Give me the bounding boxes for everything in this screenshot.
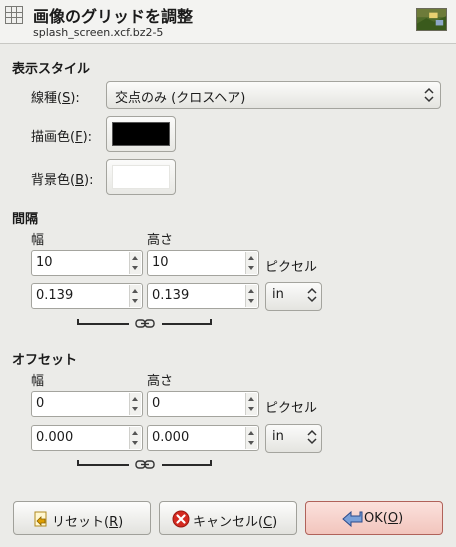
- spacing-width-in-value: 0.139: [36, 288, 74, 303]
- spacing-width-px-value: 10: [36, 255, 53, 270]
- offset-height-in-input[interactable]: 0.000: [147, 425, 259, 451]
- line-style-value: 交点のみ (クロスヘア): [115, 91, 246, 106]
- up-down-arrow-icon: [307, 429, 317, 445]
- offset-height-px-input[interactable]: 0: [147, 391, 259, 417]
- spacing-width-px-input[interactable]: 10: [31, 250, 143, 276]
- chain-bracket-right: [162, 460, 212, 466]
- spacing-height-px-value: 10: [152, 255, 169, 270]
- offset-height-px-value: 0: [152, 396, 161, 411]
- bg-color-label: 背景色(B):: [31, 173, 94, 188]
- spacing-height-in-value: 0.139: [152, 288, 190, 303]
- offset-width-px-value: 0: [36, 396, 45, 411]
- spin-arrows-icon[interactable]: [129, 285, 141, 307]
- image-name: splash_screen.xcf.bz2-5: [33, 26, 164, 39]
- spacing-width-label: 幅: [31, 233, 45, 248]
- spin-arrows-icon[interactable]: [245, 427, 257, 449]
- spacing-height-in-input[interactable]: 0.139: [147, 283, 259, 309]
- image-thumbnail-icon: [416, 8, 447, 31]
- offset-height-label: 高さ: [147, 374, 174, 389]
- spacing-heading: 間隔: [12, 212, 39, 227]
- spin-arrows-icon[interactable]: [245, 393, 257, 415]
- offset-pixel-unit-label: ピクセル: [265, 401, 318, 416]
- reset-button-label: リセット(R): [52, 515, 124, 530]
- up-down-arrow-icon: [307, 287, 317, 303]
- cancel-button-label: キャンセル(C): [193, 515, 278, 530]
- spacing-width-in-input[interactable]: 0.139: [31, 283, 143, 309]
- appearance-heading: 表示スタイル: [12, 62, 91, 77]
- offset-width-in-input[interactable]: 0.000: [31, 425, 143, 451]
- line-style-label: 線種(S):: [31, 91, 80, 106]
- fg-color-label: 描画色(F):: [31, 130, 93, 145]
- spacing-unit-value: in: [272, 287, 284, 302]
- ok-button[interactable]: OK(O): [305, 501, 443, 535]
- spin-arrows-icon[interactable]: [129, 252, 141, 274]
- grid-icon: [5, 6, 23, 24]
- chain-bracket-left: [77, 460, 129, 466]
- offset-width-in-value: 0.000: [36, 430, 74, 445]
- chain-link-icon[interactable]: [135, 318, 155, 329]
- fg-color-swatch: [112, 122, 170, 146]
- cancel-button[interactable]: キャンセル(C): [159, 501, 297, 535]
- chain-link-icon[interactable]: [135, 459, 155, 470]
- reset-icon: [34, 511, 47, 527]
- spin-arrows-icon[interactable]: [245, 285, 257, 307]
- spacing-unit-combo[interactable]: in: [265, 282, 322, 311]
- line-style-combo[interactable]: 交点のみ (クロスヘア): [106, 81, 441, 109]
- up-down-arrow-icon: [424, 87, 434, 103]
- spin-arrows-icon[interactable]: [245, 252, 257, 274]
- reset-button[interactable]: リセット(R): [13, 501, 151, 535]
- dialog-header: 画像のグリッドを調整 splash_screen.xcf.bz2-5: [0, 0, 456, 44]
- offset-heading: オフセット: [12, 353, 78, 368]
- chain-bracket-right: [162, 319, 212, 325]
- spacing-height-label: 高さ: [147, 233, 174, 248]
- offset-height-in-value: 0.000: [152, 430, 190, 445]
- spin-arrows-icon[interactable]: [129, 393, 141, 415]
- offset-unit-value: in: [272, 429, 284, 444]
- cancel-icon: [172, 510, 190, 528]
- enter-arrow-icon: [342, 510, 363, 528]
- spin-arrows-icon[interactable]: [129, 427, 141, 449]
- offset-width-label: 幅: [31, 374, 45, 389]
- bg-color-swatch: [112, 165, 170, 189]
- fg-color-button[interactable]: [106, 116, 176, 152]
- dialog-title: 画像のグリッドを調整: [33, 7, 194, 26]
- offset-unit-combo[interactable]: in: [265, 424, 322, 453]
- offset-width-px-input[interactable]: 0: [31, 391, 143, 417]
- chain-bracket-left: [77, 319, 129, 325]
- spacing-pixel-unit-label: ピクセル: [265, 260, 318, 275]
- ok-button-label: OK(O): [364, 511, 404, 526]
- spacing-height-px-input[interactable]: 10: [147, 250, 259, 276]
- bg-color-button[interactable]: [106, 159, 176, 195]
